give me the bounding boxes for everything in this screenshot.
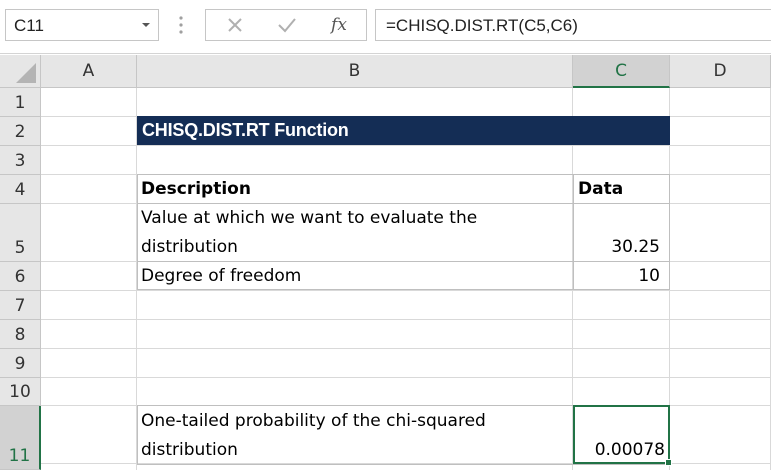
row-header-2[interactable]: 2 <box>0 117 41 146</box>
row-header-1[interactable]: 1 <box>0 88 41 117</box>
fill-handle[interactable] <box>665 459 672 466</box>
row-header-3[interactable]: 3 <box>0 146 41 175</box>
table-border <box>137 174 138 290</box>
row-header-6[interactable]: 6 <box>0 262 41 291</box>
function-icon[interactable]: fx <box>324 10 354 40</box>
cell-b4[interactable]: Description <box>141 179 251 199</box>
cell-b11-line2[interactable]: distribution <box>141 440 238 460</box>
cell-c4[interactable]: Data <box>578 179 623 199</box>
table-border <box>669 174 670 290</box>
table-border <box>137 289 670 290</box>
row-header-5[interactable]: 5 <box>0 204 41 262</box>
row-header-11[interactable]: 11 <box>0 406 41 470</box>
gridline <box>41 319 771 320</box>
table-border <box>137 464 670 465</box>
select-all-corner[interactable] <box>0 55 41 88</box>
table-border <box>137 174 670 175</box>
gridline <box>41 290 771 291</box>
cell-c6[interactable]: 10 <box>575 266 660 286</box>
table-border <box>137 261 670 262</box>
row-header-9[interactable]: 9 <box>0 349 41 378</box>
close-icon[interactable] <box>220 10 250 40</box>
column-header-d[interactable]: D <box>670 55 771 88</box>
table-border <box>137 405 138 465</box>
formula-input[interactable]: =CHISQ.DIST.RT(C5,C6) <box>375 9 771 41</box>
function-label: fx <box>331 15 347 35</box>
gridline <box>41 348 771 349</box>
column-header-c[interactable]: C <box>573 55 670 88</box>
table-border <box>573 174 574 290</box>
table-border <box>137 203 670 204</box>
chevron-down-icon[interactable] <box>140 18 152 32</box>
sheet-title: CHISQ.DIST.RT Function <box>142 120 349 140</box>
formula-buttons: fx <box>205 9 367 41</box>
row-header-10[interactable]: 10 <box>0 378 41 406</box>
gridline <box>41 145 771 146</box>
select-all-triangle-icon <box>16 63 36 83</box>
cell-b11-line1[interactable]: One-tailed probability of the chi-square… <box>141 411 486 431</box>
cell-c5[interactable]: 30.25 <box>575 237 660 257</box>
row-header-4[interactable]: 4 <box>0 175 41 204</box>
active-cell-selection[interactable] <box>573 405 670 464</box>
cell-b5-line1[interactable]: Value at which we want to evaluate the <box>141 208 477 228</box>
gridline <box>41 377 771 378</box>
row-header-7[interactable]: 7 <box>0 291 41 320</box>
formula-text: =CHISQ.DIST.RT(C5,C6) <box>386 16 578 35</box>
cell-b5-line2[interactable]: distribution <box>141 237 238 257</box>
checkmark-icon[interactable] <box>272 10 302 40</box>
name-box-value: C11 <box>14 16 44 35</box>
formula-bar: C11 fx =CHISQ.DIST.RT(C5,C6) <box>0 0 771 54</box>
row-header-8[interactable]: 8 <box>0 320 41 349</box>
column-header-b[interactable]: B <box>137 55 573 88</box>
name-box[interactable]: C11 <box>5 9 159 41</box>
cell-b6[interactable]: Degree of freedom <box>141 266 301 286</box>
drag-handle-icon[interactable] <box>176 14 186 36</box>
column-header-a[interactable]: A <box>41 55 137 88</box>
